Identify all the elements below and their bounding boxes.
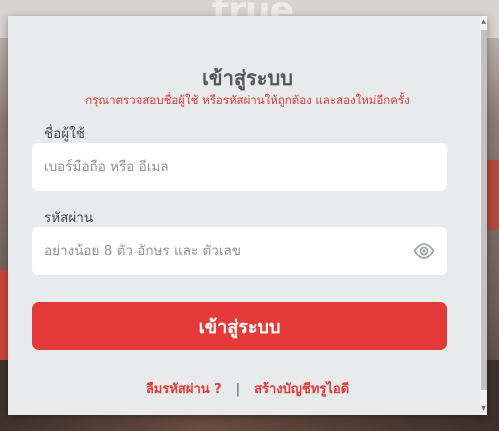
link-separator: | [235,382,241,397]
password-label: รหัสผ่าน [44,210,94,226]
modal-scrollbar[interactable]: ▲ ▼ [480,16,487,415]
scroll-up-arrow-icon[interactable]: ▲ [480,16,487,28]
forgot-password-link[interactable]: ลืมรหัสผ่าน ? [146,382,222,397]
eye-icon[interactable] [413,241,435,261]
modal-title: เข้าสู่ระบบ [202,66,293,90]
scrollbar-thumb[interactable] [481,30,487,390]
password-input[interactable] [32,227,447,275]
username-field-container [32,143,447,191]
background-decoration [486,160,499,230]
login-modal: เข้าสู่ระบบ กรุณาตรวจสอบชื่อผู้ใช้ หรือร… [8,16,487,415]
footer-links: ลืมรหัสผ่าน ? | สร้างบัญชีทรูไอดี [8,378,487,399]
error-message: กรุณาตรวจสอบชื่อผู้ใช้ หรือรหัสผ่านให้ถู… [85,93,410,107]
create-account-link[interactable]: สร้างบัญชีทรูไอดี [254,382,349,397]
password-field-container [32,227,447,275]
username-label: ชื่อผู้ใช้ [44,126,85,142]
scroll-down-arrow-icon[interactable]: ▼ [480,403,487,415]
username-input[interactable] [32,143,447,191]
login-button[interactable]: เข้าสู่ระบบ [32,302,447,350]
